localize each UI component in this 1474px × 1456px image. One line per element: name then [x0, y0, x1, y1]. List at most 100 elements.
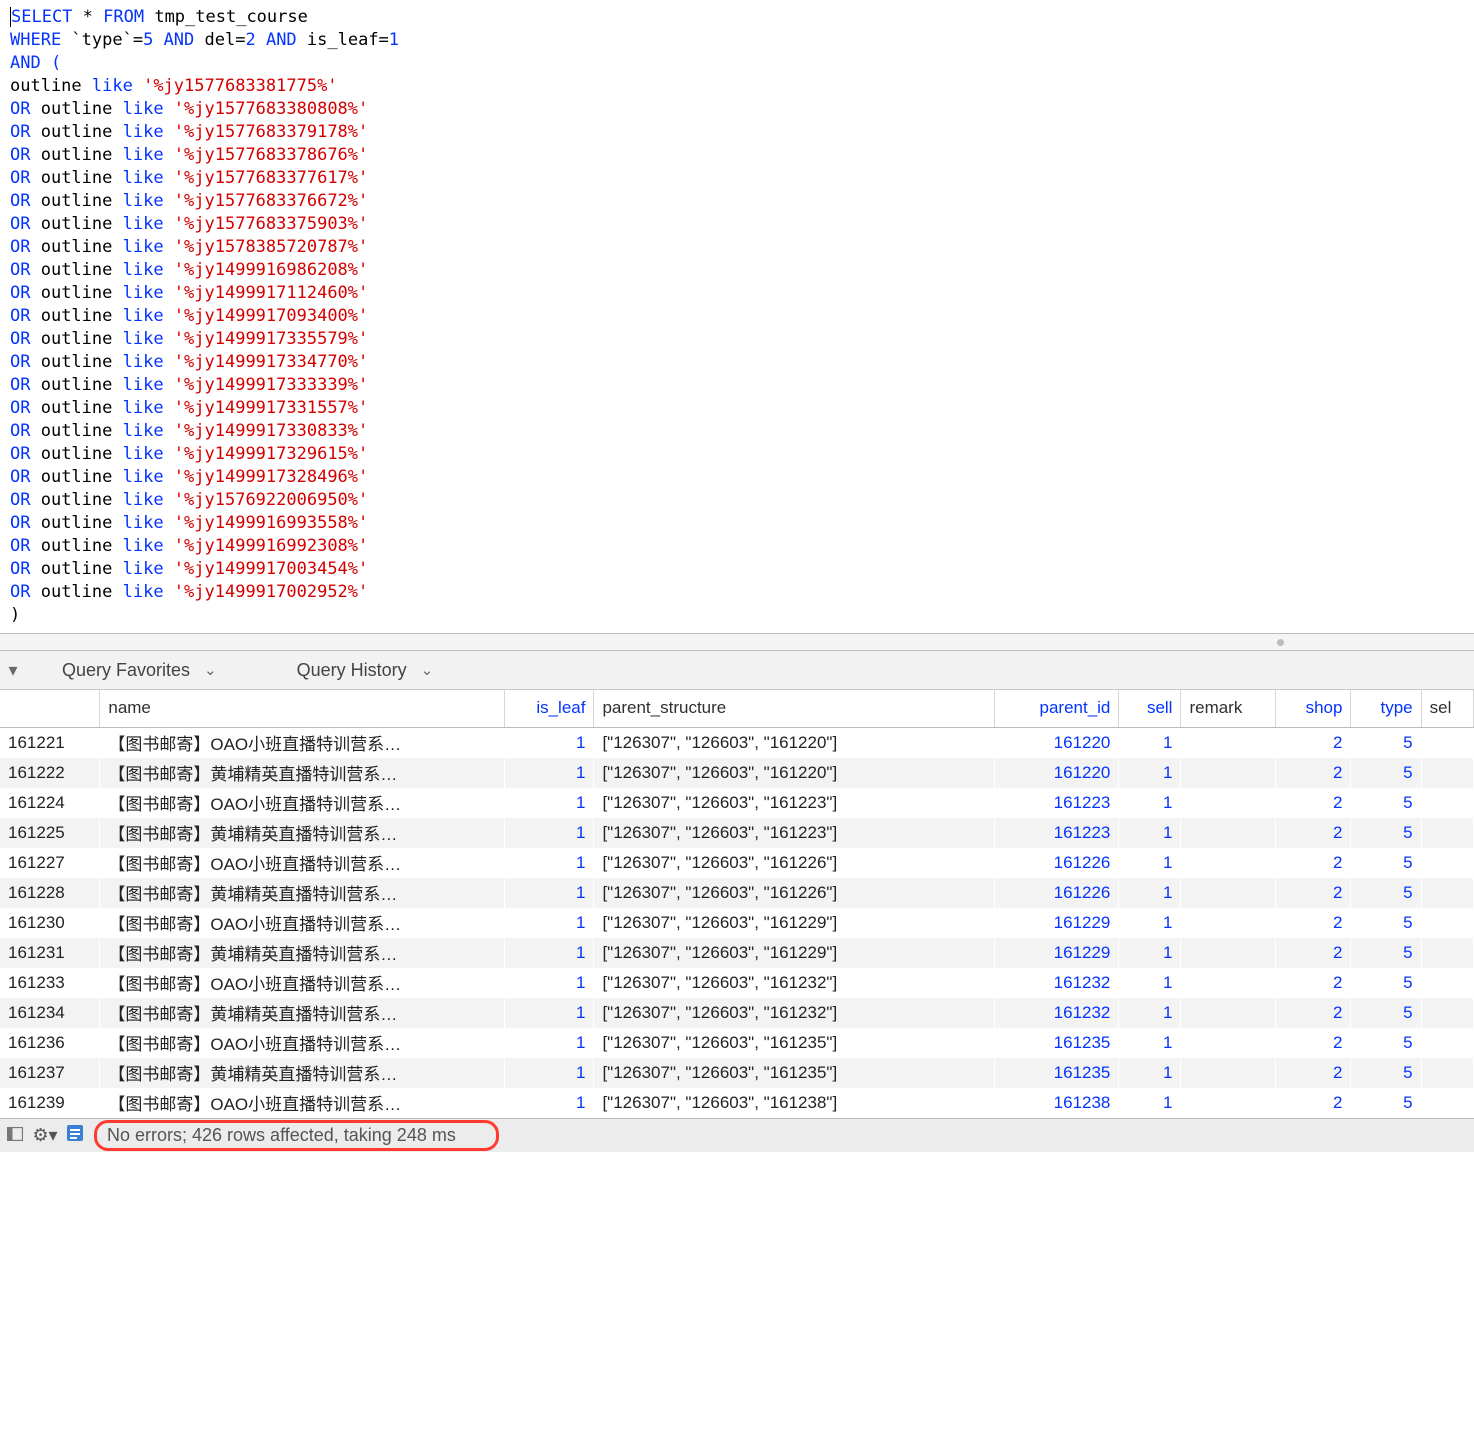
cell[interactable]	[1421, 878, 1473, 908]
cell[interactable]: 2	[1275, 878, 1351, 908]
cell[interactable]: 161237	[0, 1058, 100, 1088]
cell[interactable]: 1	[505, 968, 594, 998]
cell[interactable]	[1181, 998, 1275, 1028]
cell[interactable]: 5	[1351, 998, 1421, 1028]
cell[interactable]	[1181, 818, 1275, 848]
cell[interactable]: 5	[1351, 758, 1421, 788]
cell[interactable]: 【图书邮寄】OAO小班直播特训营系…	[100, 788, 505, 818]
cell[interactable]: 161236	[0, 1028, 100, 1058]
gear-icon[interactable]: ▾	[30, 1125, 60, 1146]
cell[interactable]: 161221	[0, 728, 100, 759]
cell[interactable]	[1181, 908, 1275, 938]
col-rowid[interactable]	[0, 690, 100, 728]
cell[interactable]: 2	[1275, 848, 1351, 878]
cell[interactable]: 【图书邮寄】黄埔精英直播特训营系…	[100, 1058, 505, 1088]
cell[interactable]: 1	[505, 728, 594, 759]
cell[interactable]: 2	[1275, 998, 1351, 1028]
cell[interactable]	[1421, 908, 1473, 938]
cell[interactable]: 1	[1119, 908, 1181, 938]
cell[interactable]	[1181, 848, 1275, 878]
cell[interactable]: 5	[1351, 908, 1421, 938]
cell[interactable]: 1	[1119, 848, 1181, 878]
table-row[interactable]: 161236【图书邮寄】OAO小班直播特训营系…1["126307", "126…	[0, 1028, 1474, 1058]
left-panel-icon[interactable]	[0, 1125, 30, 1146]
cell[interactable]: 1	[505, 1058, 594, 1088]
col-is_leaf[interactable]: is_leaf	[505, 690, 594, 728]
cell[interactable]: 1	[1119, 818, 1181, 848]
table-row[interactable]: 161221【图书邮寄】OAO小班直播特训营系…1["126307", "126…	[0, 728, 1474, 759]
cell[interactable]: 2	[1275, 1028, 1351, 1058]
cell[interactable]: 2	[1275, 758, 1351, 788]
cell[interactable]: 161232	[995, 968, 1119, 998]
cell[interactable]	[1181, 878, 1275, 908]
table-row[interactable]: 161225【图书邮寄】黄埔精英直播特训营系…1["126307", "1266…	[0, 818, 1474, 848]
cell[interactable]: 161226	[995, 878, 1119, 908]
cell[interactable]: 1	[1119, 1088, 1181, 1118]
cell[interactable]: ["126307", "126603", "161232"]	[594, 998, 995, 1028]
cell[interactable]	[1181, 1058, 1275, 1088]
table-row[interactable]: 161222【图书邮寄】黄埔精英直播特训营系…1["126307", "1266…	[0, 758, 1474, 788]
cell[interactable]: 1	[505, 758, 594, 788]
cell[interactable]: 5	[1351, 728, 1421, 759]
cell[interactable]	[1421, 1058, 1473, 1088]
cell[interactable]: 5	[1351, 788, 1421, 818]
cell[interactable]: 5	[1351, 1028, 1421, 1058]
col-sel[interactable]: sel	[1421, 690, 1473, 728]
table-row[interactable]: 161227【图书邮寄】OAO小班直播特训营系…1["126307", "126…	[0, 848, 1474, 878]
cell[interactable]: 161220	[995, 758, 1119, 788]
cell[interactable]: 1	[1119, 998, 1181, 1028]
table-row[interactable]: 161233【图书邮寄】OAO小班直播特训营系…1["126307", "126…	[0, 968, 1474, 998]
cell[interactable]: 【图书邮寄】OAO小班直播特训营系…	[100, 1088, 505, 1118]
cell[interactable]	[1181, 1088, 1275, 1118]
cell[interactable]: 161229	[995, 908, 1119, 938]
cell[interactable]: 161222	[0, 758, 100, 788]
cell[interactable]: 5	[1351, 1058, 1421, 1088]
cell[interactable]: 161232	[995, 998, 1119, 1028]
cell[interactable]: 【图书邮寄】OAO小班直播特训营系…	[100, 1028, 505, 1058]
col-parent_id[interactable]: parent_id	[995, 690, 1119, 728]
cell[interactable]	[1181, 968, 1275, 998]
cell[interactable]: 1	[1119, 1058, 1181, 1088]
cell[interactable]: ["126307", "126603", "161235"]	[594, 1028, 995, 1058]
pane-splitter[interactable]	[0, 633, 1474, 651]
sheet-icon[interactable]	[60, 1124, 90, 1147]
cell[interactable]: 【图书邮寄】OAO小班直播特训营系…	[100, 908, 505, 938]
cell[interactable]: 5	[1351, 938, 1421, 968]
cell[interactable]: ["126307", "126603", "161238"]	[594, 1088, 995, 1118]
cell[interactable]: 161220	[995, 728, 1119, 759]
cell[interactable]: 2	[1275, 788, 1351, 818]
cell[interactable]	[1421, 788, 1473, 818]
cell[interactable]: 1	[505, 848, 594, 878]
cell[interactable]	[1421, 1088, 1473, 1118]
cell[interactable]: 1	[1119, 878, 1181, 908]
cell[interactable]: 161234	[0, 998, 100, 1028]
cell[interactable]: 2	[1275, 1058, 1351, 1088]
cell[interactable]	[1181, 758, 1275, 788]
cell[interactable]: ["126307", "126603", "161220"]	[594, 728, 995, 759]
cell[interactable]: 161235	[995, 1028, 1119, 1058]
cell[interactable]: 161230	[0, 908, 100, 938]
cell[interactable]: 1	[1119, 938, 1181, 968]
cell[interactable]: 【图书邮寄】OAO小班直播特训营系…	[100, 968, 505, 998]
cell[interactable]	[1421, 1028, 1473, 1058]
chevron-down-icon[interactable]: ⌄	[204, 661, 217, 679]
cell[interactable]: 161223	[995, 818, 1119, 848]
cell[interactable]	[1181, 938, 1275, 968]
cell[interactable]: 1	[1119, 758, 1181, 788]
col-sell[interactable]: sell	[1119, 690, 1181, 728]
cell[interactable]: 161226	[995, 848, 1119, 878]
cell[interactable]: 161239	[0, 1088, 100, 1118]
table-row[interactable]: 161239【图书邮寄】OAO小班直播特训营系… 1 ["126307", "126…	[0, 1088, 1474, 1118]
cell[interactable]	[1181, 788, 1275, 818]
cell[interactable]: ["126307", "126603", "161229"]	[594, 938, 995, 968]
cell[interactable]: 1	[1119, 788, 1181, 818]
cell[interactable]: 1	[505, 878, 594, 908]
cell[interactable]: 1	[505, 998, 594, 1028]
cell[interactable]: 【图书邮寄】黄埔精英直播特训营系…	[100, 758, 505, 788]
table-row[interactable]: 161224【图书邮寄】OAO小班直播特训营系…1["126307", "126…	[0, 788, 1474, 818]
cell[interactable]	[1181, 1028, 1275, 1058]
table-row[interactable]: 161234【图书邮寄】黄埔精英直播特训营系…1["126307", "1266…	[0, 998, 1474, 1028]
cell[interactable]	[1421, 728, 1473, 759]
cell[interactable]	[1421, 848, 1473, 878]
cell[interactable]: 161231	[0, 938, 100, 968]
